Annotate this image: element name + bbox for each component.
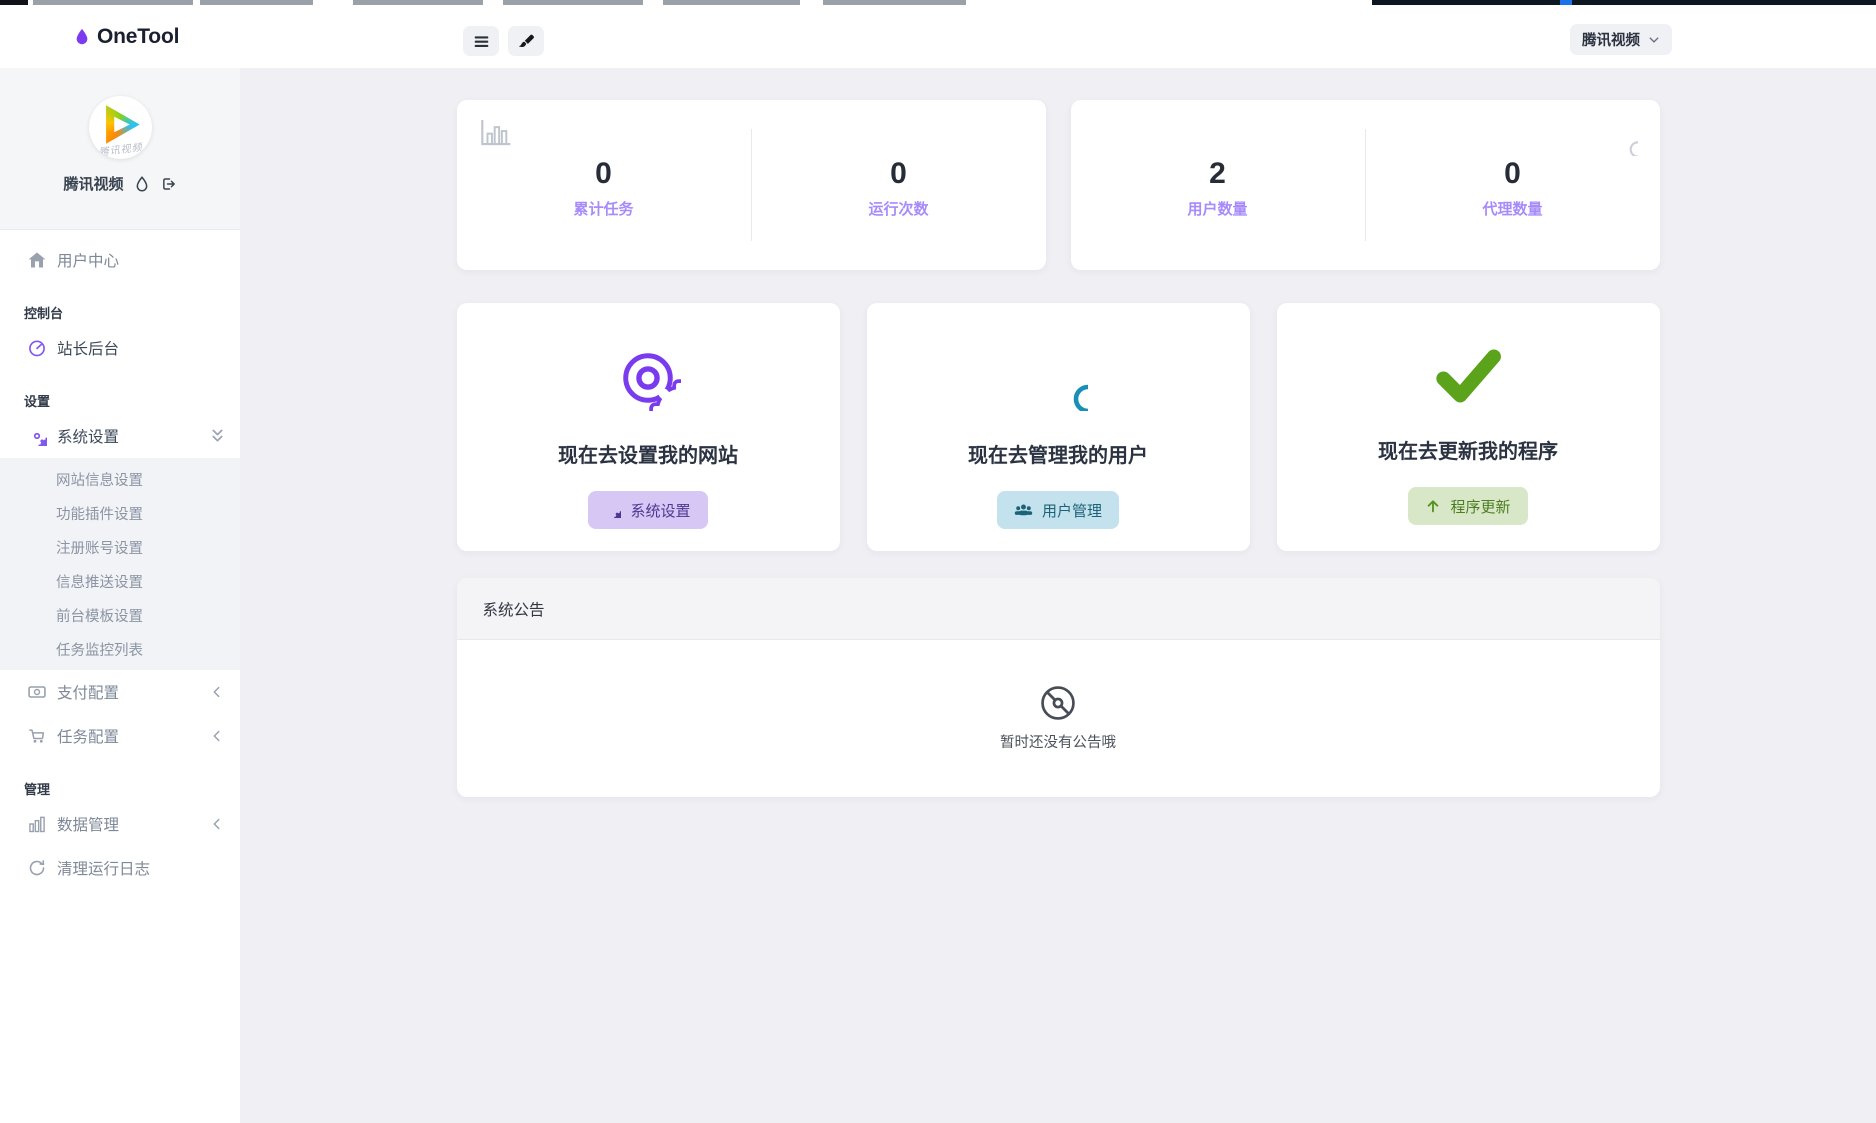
sidebar: 腾讯视频 腾讯视频 用户中心 控制台 站长后台 (0, 68, 240, 1123)
stat-label: 用户数量 (1187, 198, 1247, 219)
bar-chart-icon (27, 814, 47, 834)
stat-agent-count: 0 代理数量 (1366, 157, 1660, 219)
stat-label: 累计任务 (573, 198, 633, 219)
sidebar-item-payment[interactable]: 支付配置 (0, 670, 240, 714)
stat-value: 2 (1209, 157, 1226, 190)
gear-icon (27, 426, 47, 446)
stat-label: 运行次数 (868, 198, 928, 219)
bar-chart-icon (479, 118, 513, 148)
stat-user-count: 2 用户数量 (1071, 157, 1365, 219)
sidebar-nav: 用户中心 控制台 站长后台 设置 系统设置 网站信息设置 功能插件设置 (0, 230, 240, 890)
double-chevron-down-icon (210, 428, 225, 445)
sub-item-site-info[interactable]: 网站信息设置 (0, 462, 240, 496)
avatar[interactable]: 腾讯视频 (89, 96, 152, 159)
sub-item-push[interactable]: 信息推送设置 (0, 564, 240, 598)
sidebar-item-user-center[interactable]: 用户中心 (0, 238, 240, 282)
dashboard-gauge-icon (27, 338, 47, 358)
droplet-icon[interactable] (135, 176, 149, 192)
sidebar-item-task-config[interactable]: 任务配置 (0, 714, 240, 758)
stat-value: 0 (890, 157, 907, 190)
announcement-title: 系统公告 (457, 578, 1660, 640)
sidebar-item-label: 用户中心 (57, 249, 119, 271)
stat-value: 0 (595, 157, 612, 190)
person-icon (1028, 345, 1088, 411)
system-settings-submenu: 网站信息设置 功能插件设置 注册账号设置 信息推送设置 前台模板设置 任务监控列… (0, 458, 240, 670)
sidebar-item-label: 清理运行日志 (57, 857, 150, 879)
banknote-icon (27, 682, 47, 702)
hamburger-icon (473, 33, 490, 50)
nav-section-console: 控制台 (0, 298, 240, 326)
sidebar-item-label: 站长后台 (57, 337, 119, 359)
top-header: OneTool 腾讯视频 (0, 5, 1876, 68)
check-icon (1433, 345, 1503, 407)
logo-watermark: 腾讯视频 (89, 137, 152, 159)
action-card-settings: 现在去设置我的网站 系统设置 (457, 303, 840, 551)
announcement-empty-state: 暂时还没有公告哦 (457, 640, 1660, 797)
stats-card-tasks: 0 累计任务 0 运行次数 (457, 100, 1046, 270)
sub-item-template[interactable]: 前台模板设置 (0, 598, 240, 632)
sidebar-item-label: 任务配置 (57, 725, 119, 747)
gear-icon (615, 345, 681, 411)
chevron-left-icon (210, 729, 223, 743)
stats-row: 0 累计任务 0 运行次数 2 用户数量 0 (457, 100, 1660, 270)
site-selector-label: 腾讯视频 (1582, 29, 1640, 50)
main-content: 0 累计任务 0 运行次数 2 用户数量 0 (240, 68, 1876, 1123)
action-title: 现在去管理我的用户 (968, 439, 1148, 468)
no-disc-icon (1040, 685, 1076, 721)
button-label: 用户管理 (1042, 500, 1102, 521)
actions-row: 现在去设置我的网站 系统设置 现在去管理我的用户 (457, 303, 1660, 551)
user-icon (1602, 118, 1638, 156)
sidebar-toggle-button[interactable] (463, 26, 499, 56)
brush-icon (518, 33, 535, 50)
sidebar-item-clear-logs[interactable]: 清理运行日志 (0, 846, 240, 890)
droplet-logo-icon (74, 27, 90, 46)
program-update-button[interactable]: 程序更新 (1408, 487, 1527, 525)
cart-icon (27, 726, 47, 746)
system-settings-button[interactable]: 系统设置 (588, 491, 707, 529)
profile-name: 腾讯视频 (63, 173, 123, 194)
logout-icon[interactable] (160, 176, 177, 192)
sidebar-item-system-settings[interactable]: 系统设置 (0, 414, 240, 458)
brand: OneTool (74, 5, 179, 68)
nav-section-settings: 设置 (0, 386, 240, 414)
sidebar-item-webmaster[interactable]: 站长后台 (0, 326, 240, 370)
button-label: 系统设置 (630, 500, 690, 521)
action-card-update: 现在去更新我的程序 程序更新 (1277, 303, 1660, 551)
stat-run-count: 0 运行次数 (752, 157, 1046, 219)
nav-section-manage: 管理 (0, 774, 240, 802)
gear-icon (605, 502, 621, 518)
users-icon (1014, 502, 1033, 518)
sub-item-plugins[interactable]: 功能插件设置 (0, 496, 240, 530)
chevron-down-icon (1648, 34, 1660, 46)
refresh-icon (27, 858, 47, 878)
sidebar-profile: 腾讯视频 腾讯视频 (0, 68, 240, 230)
empty-text: 暂时还没有公告哦 (1000, 731, 1116, 752)
sidebar-item-label: 系统设置 (57, 425, 119, 447)
action-title: 现在去更新我的程序 (1378, 435, 1558, 464)
announcement-panel: 系统公告 暂时还没有公告哦 (457, 578, 1660, 797)
site-selector-dropdown[interactable]: 腾讯视频 (1570, 24, 1672, 55)
stat-value: 0 (1504, 157, 1521, 190)
action-title: 现在去设置我的网站 (558, 439, 738, 468)
sidebar-item-label: 数据管理 (57, 813, 119, 835)
sub-item-register[interactable]: 注册账号设置 (0, 530, 240, 564)
stat-total-tasks: 0 累计任务 (457, 157, 751, 219)
arrow-up-icon (1425, 498, 1441, 514)
sidebar-item-label: 支付配置 (57, 681, 119, 703)
stat-label: 代理数量 (1482, 198, 1542, 219)
chevron-left-icon (210, 685, 223, 699)
stats-card-users: 2 用户数量 0 代理数量 (1071, 100, 1660, 270)
sidebar-item-data-manage[interactable]: 数据管理 (0, 802, 240, 846)
sub-item-task-monitor[interactable]: 任务监控列表 (0, 632, 240, 666)
home-icon (27, 250, 47, 270)
chevron-left-icon (210, 817, 223, 831)
brand-name: OneTool (97, 25, 179, 49)
theme-brush-button[interactable] (508, 26, 544, 56)
action-card-users: 现在去管理我的用户 用户管理 (867, 303, 1250, 551)
button-label: 程序更新 (1450, 496, 1510, 517)
user-management-button[interactable]: 用户管理 (997, 491, 1119, 529)
